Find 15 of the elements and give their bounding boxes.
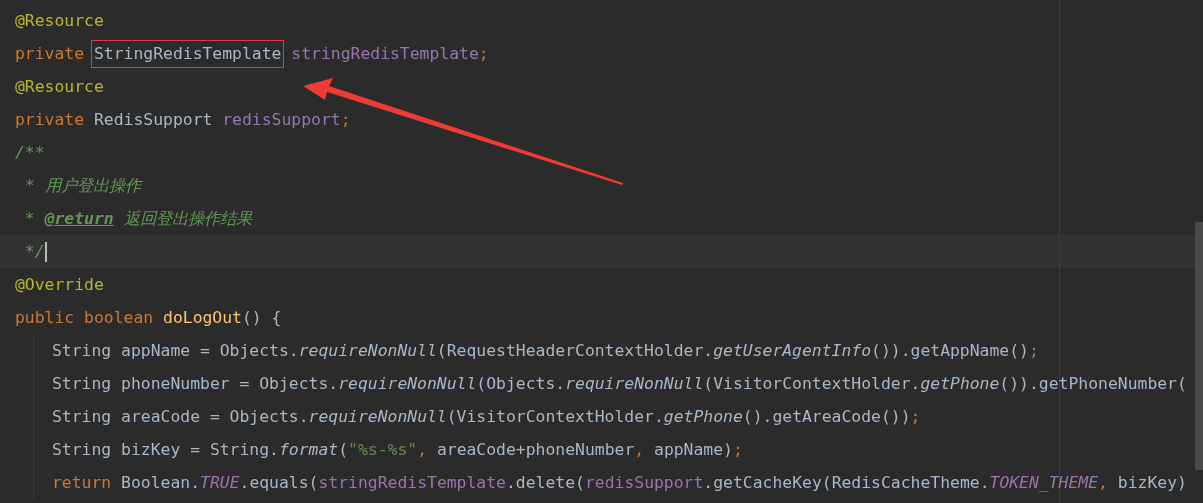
- code-line: private RedisSupport redisSupport;: [15, 108, 351, 131]
- scrollbar-thumb[interactable]: [1195, 222, 1203, 470]
- code-line: /**: [15, 141, 45, 164]
- code-line: @Resource: [15, 9, 104, 32]
- code-line: public boolean doLogOut() {: [15, 306, 282, 329]
- code-line: String phoneNumber = Objects.requireNonNull(Objects.requireNonNull(VisitorContextHolder.getPhone()).getPhoneNumber(: [52, 372, 1187, 395]
- code-line: String bizKey = String.format("%s-%s", areaCode+phoneNumber, appName);: [52, 438, 743, 461]
- code-line: * @return 返回登出操作结果: [23, 207, 252, 230]
- code-line: @Override: [15, 273, 104, 296]
- code-line: private StringRedisTemplate stringRedisTemplate;: [15, 42, 489, 65]
- code-line: String areaCode = Objects.requireNonNull(VisitorContextHolder.getPhone().getAreaCode());: [52, 405, 921, 428]
- code-line: @Resource: [15, 75, 104, 98]
- code-line: */: [23, 240, 47, 263]
- code-line: return Boolean.TRUE.equals(stringRedisTemplate.delete(redisSupport.getCacheKey(RedisCacheTheme.TOKEN_THEME, bizKey): [52, 471, 1187, 494]
- code-line: String appName = Objects.requireNonNull(RequestHeaderContextHolder.getUserAgentInfo()).getAppName();: [52, 339, 1039, 362]
